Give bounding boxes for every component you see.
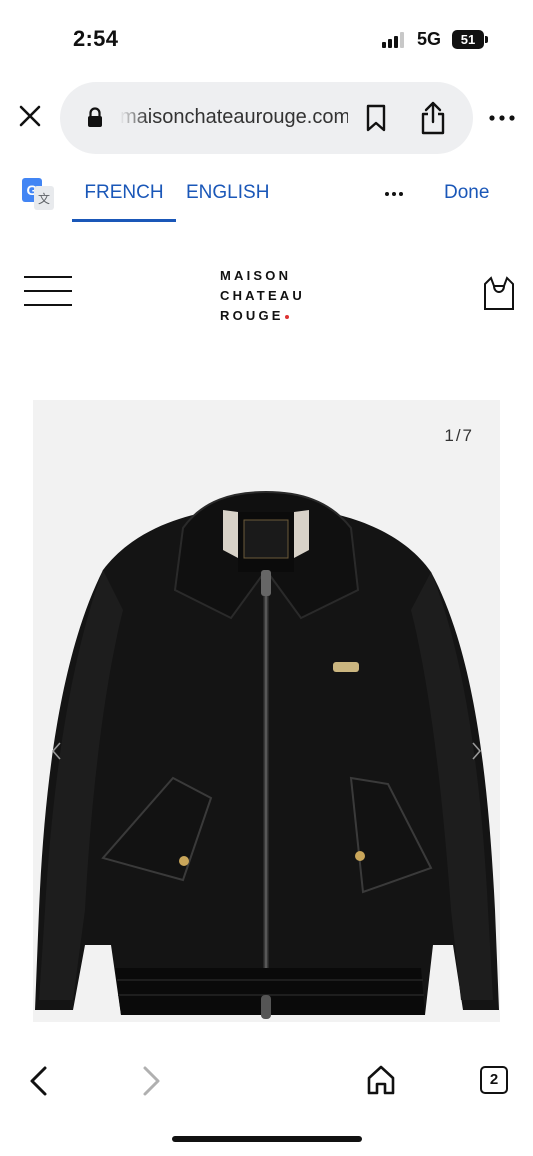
logo-line-2: CHATEAU [220,288,305,303]
back-icon[interactable] [26,1064,50,1098]
bookmark-icon[interactable] [364,104,388,132]
site-logo[interactable]: MAISON CHATEAU ROUGE [220,266,340,326]
google-translate-icon[interactable]: G 文 [22,178,54,210]
url-text[interactable]: maisonchateaurouge.com [120,106,348,129]
product-gallery[interactable]: 1/7 [33,400,500,1022]
network-type: 5G [417,29,442,49]
translate-more-icon[interactable] [380,180,408,208]
status-time: 2:54 [73,26,119,51]
more-icon[interactable] [486,104,518,132]
done-button[interactable]: Done [444,176,489,210]
hamburger-icon[interactable] [24,276,72,308]
product-image [35,490,499,1019]
forward-icon[interactable] [140,1064,164,1098]
browser-bottom-toolbar: 2 [0,1050,533,1120]
lock-icon [88,107,102,127]
logo-dot [284,315,289,319]
status-bar: 2:54 5G 51 [0,0,533,80]
translate-bar: G 文 FRENCH ENGLISH Done [0,164,533,222]
tab-french[interactable]: FRENCH [72,176,176,222]
chevron-left-icon[interactable] [49,740,65,762]
tab-english[interactable]: ENGLISH [186,176,269,210]
site-header: MAISON CHATEAU ROUGE [0,240,533,350]
home-indicator [172,1136,362,1142]
svg-text:文: 文 [38,191,50,206]
chevron-right-icon[interactable] [468,740,484,762]
close-icon[interactable] [14,100,46,132]
gallery-counter: 1/7 [444,426,474,445]
share-icon[interactable] [418,100,448,136]
battery-icon: 51 [452,30,488,49]
address-bar[interactable]: maisonchateaurouge.com [60,82,473,154]
browser-address-row: maisonchateaurouge.com [0,82,533,154]
logo-line-3: ROUGE [220,308,284,323]
signal-icon [382,32,408,48]
logo-line-1: MAISON [220,268,292,283]
tabs-button[interactable]: 2 [480,1066,508,1094]
shopping-bag-icon[interactable] [482,274,516,312]
home-icon[interactable] [366,1064,396,1096]
